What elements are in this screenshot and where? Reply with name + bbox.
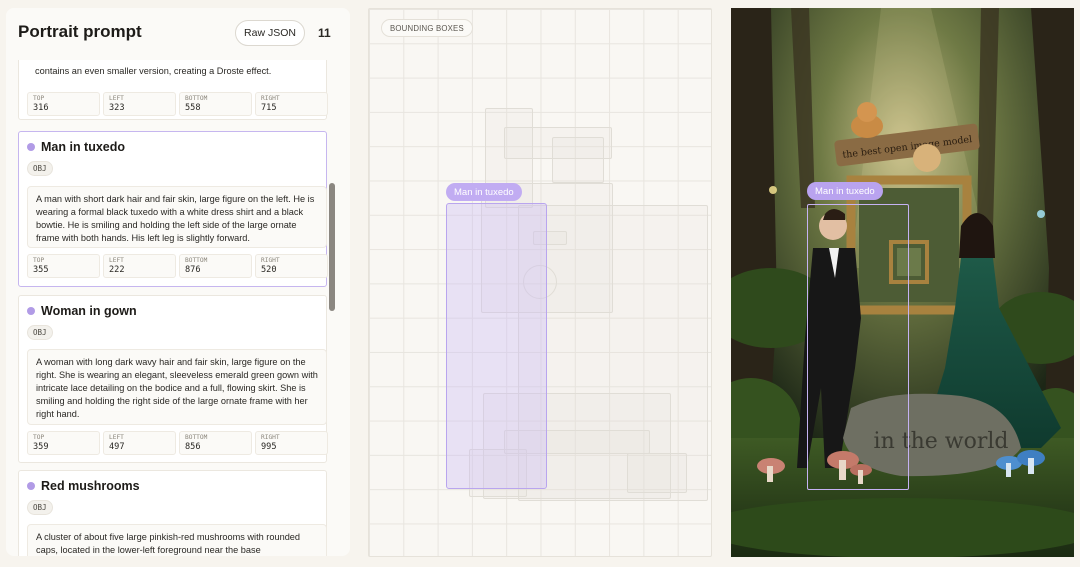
portrait-image: the best open image model in the world M… bbox=[731, 8, 1074, 557]
panel-header: Portrait prompt Raw JSON 11 bbox=[6, 8, 350, 60]
page-title: Portrait prompt bbox=[18, 22, 142, 41]
bbox-right-value: 520 bbox=[261, 265, 277, 275]
bbox-left-value: 222 bbox=[109, 265, 125, 275]
object-type-badge: OBJ bbox=[27, 161, 53, 176]
image-selected-bbox-label: Man in tuxedo bbox=[807, 182, 883, 200]
bbox-bottom-field[interactable]: BOTTOM 856 bbox=[179, 431, 252, 455]
bbox-right-value: 995 bbox=[261, 442, 277, 452]
bbox-top-value: 359 bbox=[33, 442, 49, 452]
bbox-top-field[interactable]: TOP 359 bbox=[27, 431, 100, 455]
bbox-bottom-value: 558 bbox=[185, 103, 201, 113]
bbox-coordinates: TOP 355 LEFT 222 BOTTOM 876 RIGHT 520 bbox=[27, 254, 328, 278]
bbox-coordinates: TOP 359 LEFT 497 BOTTOM 856 RIGHT 995 bbox=[27, 431, 328, 455]
object-title-row: Red mushrooms bbox=[27, 479, 140, 493]
object-card[interactable]: contains an even smaller version, creati… bbox=[18, 60, 328, 120]
bbox-left-value: 497 bbox=[109, 442, 125, 452]
bbox-top-value: 316 bbox=[33, 103, 49, 113]
bbox-bottom-label: BOTTOM bbox=[185, 95, 208, 102]
bounding-boxes-tag: BOUNDING BOXES bbox=[381, 19, 473, 37]
image-selected-bbox[interactable] bbox=[807, 204, 909, 490]
bbox-top-label: TOP bbox=[33, 257, 45, 264]
object-type-badge: OBJ bbox=[27, 325, 53, 340]
bbox-top-field[interactable]: TOP 355 bbox=[27, 254, 100, 278]
object-card-woman-in-gown[interactable]: Woman in gown OBJ A woman with long dark… bbox=[18, 295, 328, 463]
object-title: Woman in gown bbox=[41, 304, 137, 318]
bbox-bottom-label: BOTTOM bbox=[185, 434, 208, 441]
object-description[interactable]: A woman with long dark wavy hair and fai… bbox=[27, 349, 327, 425]
object-description[interactable]: A cluster of about five large pinkish-re… bbox=[27, 524, 327, 556]
purple-dot-icon bbox=[27, 482, 35, 490]
object-title-row: Man in tuxedo bbox=[27, 140, 125, 154]
bbox-left-label: LEFT bbox=[109, 257, 124, 264]
bbox-top-label: TOP bbox=[33, 95, 45, 102]
bbox-right-field[interactable]: RIGHT 715 bbox=[255, 92, 328, 116]
purple-dot-icon bbox=[27, 143, 35, 151]
bbox-top-field[interactable]: TOP 316 bbox=[27, 92, 100, 116]
bbox-bottom-label: BOTTOM bbox=[185, 257, 208, 264]
bounding-boxes-panel: BOUNDING BOXES Man in tuxedo bbox=[368, 8, 712, 557]
bbox-left-field[interactable]: LEFT 497 bbox=[103, 431, 176, 455]
bbox-right-label: RIGHT bbox=[261, 434, 280, 441]
bbox-right-label: RIGHT bbox=[261, 95, 280, 102]
bbox-left-label: LEFT bbox=[109, 434, 124, 441]
purple-dot-icon bbox=[27, 307, 35, 315]
raw-json-button[interactable]: Raw JSON bbox=[235, 20, 305, 46]
object-title: Man in tuxedo bbox=[41, 140, 126, 154]
bbox-top-label: TOP bbox=[33, 434, 45, 441]
bbox-bottom-value: 876 bbox=[185, 265, 201, 275]
bbox-left-field[interactable]: LEFT 323 bbox=[103, 92, 176, 116]
object-card-red-mushrooms[interactable]: Red mushrooms OBJ A cluster of about fiv… bbox=[18, 470, 327, 556]
bbox-top-value: 355 bbox=[33, 265, 49, 275]
object-description[interactable]: A man with short dark hair and fair skin… bbox=[27, 186, 327, 248]
bbox-bottom-field[interactable]: BOTTOM 558 bbox=[179, 92, 252, 116]
bbox-left-label: LEFT bbox=[109, 95, 124, 102]
bbox-left-field[interactable]: LEFT 222 bbox=[103, 254, 176, 278]
bbox-outline[interactable] bbox=[627, 453, 687, 493]
bbox-right-label: RIGHT bbox=[261, 257, 280, 264]
bbox-right-field[interactable]: RIGHT 995 bbox=[255, 431, 328, 455]
object-list-panel: Portrait prompt Raw JSON 11 contains an … bbox=[6, 8, 350, 556]
object-title-row: Woman in gown bbox=[27, 304, 137, 318]
bbox-left-value: 323 bbox=[109, 103, 125, 113]
object-card-list[interactable]: contains an even smaller version, creati… bbox=[6, 60, 350, 556]
object-count: 11 bbox=[318, 26, 331, 40]
bbox-outline[interactable] bbox=[552, 137, 604, 183]
bbox-bottom-value: 856 bbox=[185, 442, 201, 452]
bbox-coordinates: TOP 316 LEFT 323 BOTTOM 558 RIGHT 715 bbox=[27, 92, 328, 116]
selected-bbox-man-in-tuxedo[interactable] bbox=[446, 203, 547, 489]
selected-bbox-label: Man in tuxedo bbox=[446, 183, 522, 201]
object-type-badge: OBJ bbox=[27, 500, 53, 515]
scrollbar[interactable] bbox=[327, 60, 336, 556]
bbox-bottom-field[interactable]: BOTTOM 876 bbox=[179, 254, 252, 278]
object-title: Red mushrooms bbox=[41, 479, 140, 493]
object-description: contains an even smaller version, creati… bbox=[35, 66, 272, 76]
scrollbar-thumb[interactable] bbox=[329, 183, 335, 311]
bbox-right-field[interactable]: RIGHT 520 bbox=[255, 254, 328, 278]
object-card-man-in-tuxedo[interactable]: Man in tuxedo OBJ A man with short dark … bbox=[18, 131, 328, 287]
bbox-right-value: 715 bbox=[261, 103, 277, 113]
